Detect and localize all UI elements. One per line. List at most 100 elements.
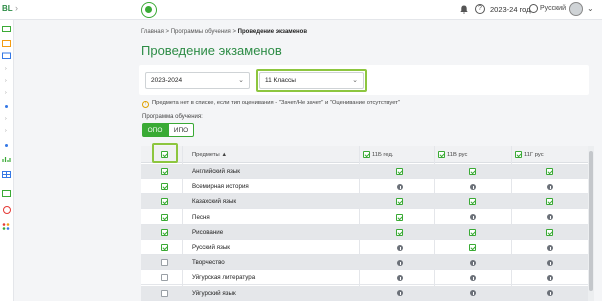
table-row: Уйгурская литература [141,270,588,286]
breadcrumb-separator: > [232,29,236,35]
column-checkbox[interactable] [438,151,445,158]
brand-text: BL [2,4,13,13]
language-select[interactable]: Русский [540,5,566,12]
table-row: Уйгурский язык [141,285,588,301]
info-icon[interactable] [470,259,476,266]
check-icon[interactable] [396,168,403,175]
program-ipo-button[interactable]: ИПО [168,123,194,137]
page-title: Проведение экзаменов [141,43,282,58]
header-class: 11Г рус [524,152,544,158]
collapse-sidebar-icon[interactable]: › [15,3,18,13]
breadcrumb-home[interactable]: Главная [141,29,164,35]
info-icon[interactable] [547,274,553,281]
row-checkbox[interactable] [161,228,168,236]
program-opo-button[interactable]: ОПО [142,123,168,137]
images-icon[interactable] [2,40,11,47]
bell-icon[interactable] [460,5,468,14]
check-icon[interactable] [469,244,476,251]
info-icon[interactable] [470,214,476,221]
info-icon[interactable] [397,183,403,190]
column-checkbox[interactable] [515,151,522,158]
globe-icon[interactable] [529,4,538,13]
check-icon[interactable] [469,198,476,206]
check-icon[interactable] [546,198,553,206]
scrollbar-thumb[interactable] [589,151,593,291]
info-icon[interactable] [397,244,403,251]
table-row: Творчество [141,255,588,271]
sidebar-arrow-icon[interactable]: › [5,66,7,72]
breadcrumb-separator: > [165,29,170,35]
sidebar: › › › › › [0,20,14,301]
row-checkbox[interactable] [161,213,168,221]
check-icon[interactable] [396,213,403,221]
sidebar-active-dot[interactable] [5,144,8,147]
info-note-text: Предмета нет в списке, если тип оцениван… [152,100,400,106]
info-icon[interactable] [397,290,403,297]
sidebar-arrow-icon[interactable]: › [5,128,7,134]
subject-name: Творчество [192,259,225,267]
table-row: Всемирная история [141,179,588,195]
subject-name: Рисование [192,228,224,236]
header-subjects[interactable]: Предметы ▲ [192,152,227,158]
info-icon[interactable] [547,214,553,221]
info-icon[interactable] [547,183,553,190]
info-icon[interactable] [397,259,403,266]
column-checkbox[interactable] [363,151,370,158]
table-icon[interactable] [2,171,11,178]
header-class: 11В рус [447,152,468,158]
subject-name: Уйгурская литература [192,274,256,282]
breadcrumb: Главная > Программы обучения > Проведени… [141,29,307,35]
info-icon[interactable] [470,183,476,190]
grades-icon[interactable] [2,190,11,197]
folder-icon[interactable] [2,52,11,59]
school-logo[interactable] [141,2,157,18]
breadcrumb-programs[interactable]: Программы обучения [171,29,231,35]
check-icon[interactable] [396,198,403,206]
subject-name: Уйгурский язык [192,289,236,297]
table-row: Русский язык [141,240,588,255]
select-all-highlight [152,143,178,163]
school-year[interactable]: 2023-24 год [490,5,531,14]
check-icon[interactable] [469,168,476,175]
sidebar-arrow-icon[interactable]: › [5,116,7,122]
class-select-value: 11 Классы [265,77,296,84]
table-scrollbar[interactable] [588,146,594,301]
sidebar-active-dot[interactable] [5,105,8,108]
subjects-table: Предметы ▲ 11Б гед. 11В рус 11Г рус Англ… [141,146,588,301]
check-icon[interactable] [396,228,403,236]
help-icon[interactable]: ? [475,4,485,14]
avatar[interactable] [569,2,583,16]
monitor-icon[interactable] [2,26,11,33]
year-select[interactable]: 2023-2024 ⌄ [145,72,250,89]
sort-arrow-icon[interactable]: ▲ [221,152,227,158]
row-checkbox[interactable] [161,289,168,297]
table-row: Казахский язык [141,194,588,210]
row-checkbox[interactable] [161,244,168,251]
row-checkbox[interactable] [161,183,168,191]
info-icon[interactable] [547,259,553,266]
chevron-down-icon[interactable]: ⌄ [587,4,594,13]
help-circle-icon[interactable] [3,206,11,214]
class-select[interactable]: 11 Классы ⌄ [259,72,364,89]
info-icon[interactable] [470,274,476,281]
sidebar-arrow-icon[interactable]: › [5,78,7,84]
top-bar: BL › ? 2023-24 год Русский ⌄ [0,0,602,20]
subject-name: Всемирная история [192,183,249,191]
table-row: Английский язык [141,164,588,179]
row-checkbox[interactable] [161,274,168,282]
check-icon[interactable] [546,168,553,175]
info-icon[interactable] [470,290,476,297]
info-icon[interactable] [397,274,403,281]
apps-icon[interactable] [2,223,11,230]
row-checkbox[interactable] [161,168,168,175]
row-checkbox[interactable] [161,198,168,206]
check-icon[interactable] [546,228,553,236]
check-icon[interactable] [469,228,476,236]
sidebar-arrow-icon[interactable]: › [5,90,7,96]
row-checkbox[interactable] [161,259,168,267]
chevron-down-icon: ⌄ [352,77,358,84]
chart-icon[interactable] [2,156,11,163]
info-icon[interactable] [547,244,553,251]
subject-name: Русский язык [192,244,231,251]
info-icon[interactable] [547,290,553,297]
